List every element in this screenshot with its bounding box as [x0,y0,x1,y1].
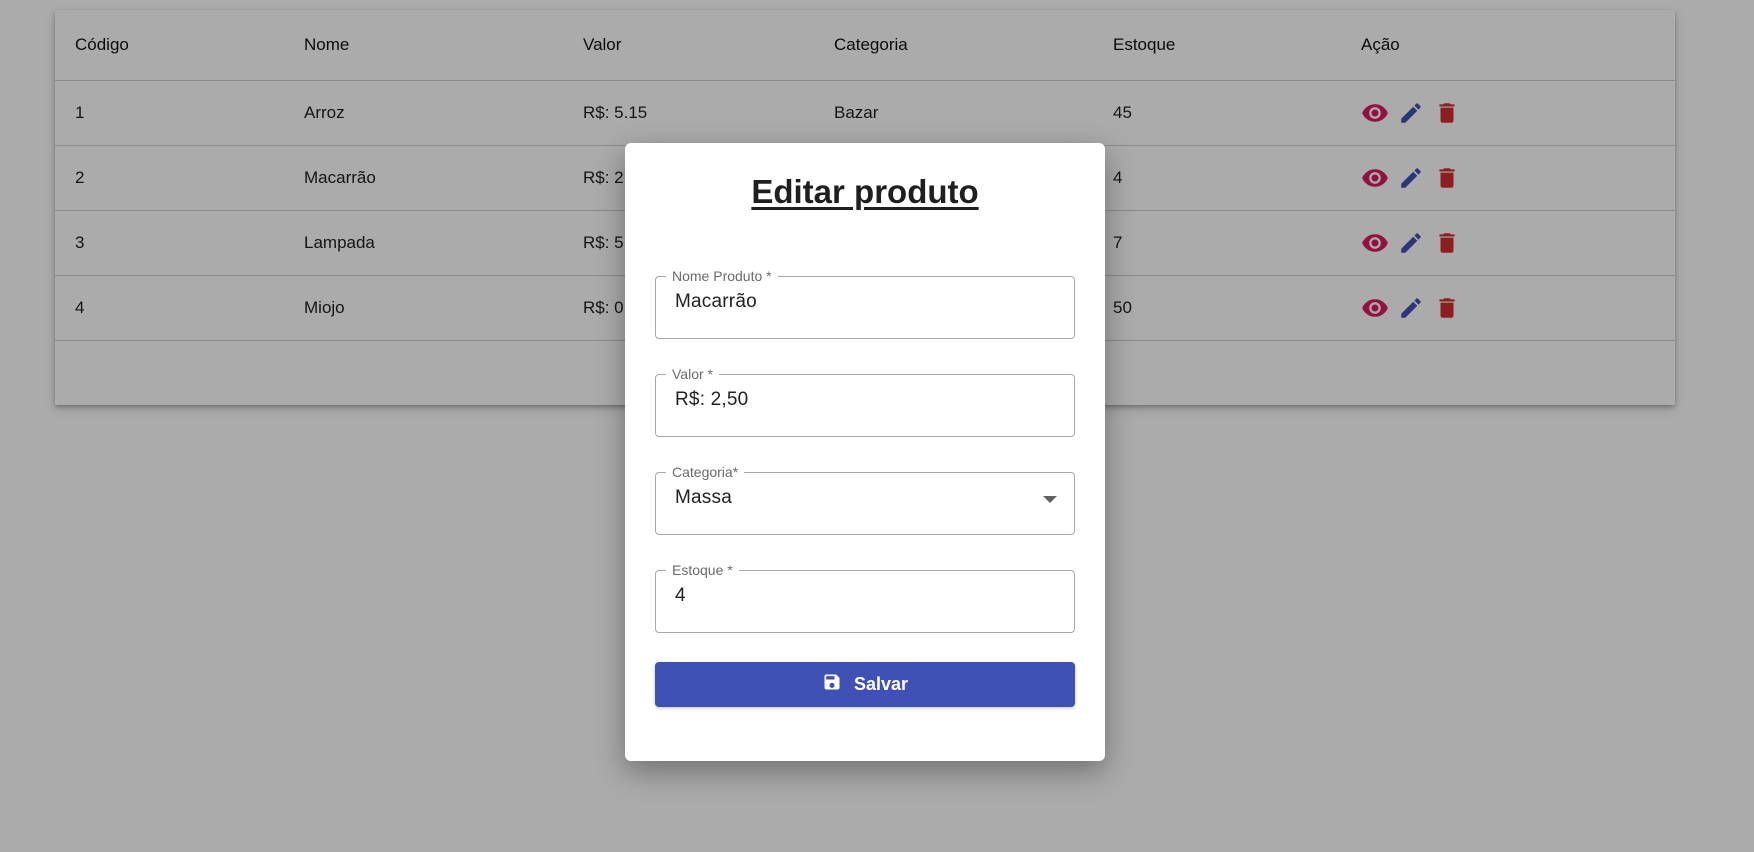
dropdown-arrow-icon[interactable] [1043,496,1057,503]
estoque-label: Estoque * [672,562,733,578]
valor-label: Valor * [672,366,713,382]
estoque-outline: Estoque * [655,563,1075,633]
edit-product-modal: Editar produto Nome Produto * Macarrão V… [625,143,1105,761]
nome-produto-label: Nome Produto * [672,268,772,284]
categoria-selected-value[interactable]: Massa [675,487,732,509]
estoque-field[interactable]: Estoque * 4 [655,563,1075,633]
save-button-label: Salvar [853,674,909,694]
categoria-select[interactable]: Categoria* Massa [655,465,1075,535]
valor-field[interactable]: Valor * R$: 2,50 [655,367,1075,437]
categoria-label: Categoria* [672,464,739,480]
nome-produto-input[interactable]: Macarrão [675,291,757,313]
floppy-disk-icon [822,672,842,697]
valor-input[interactable]: R$: 2,50 [675,389,748,411]
nome-produto-field[interactable]: Nome Produto * Macarrão [655,269,1075,339]
modal-title: Editar produto [751,173,979,210]
estoque-input[interactable]: 4 [675,585,686,607]
save-button[interactable]: Salvar [655,662,1075,707]
